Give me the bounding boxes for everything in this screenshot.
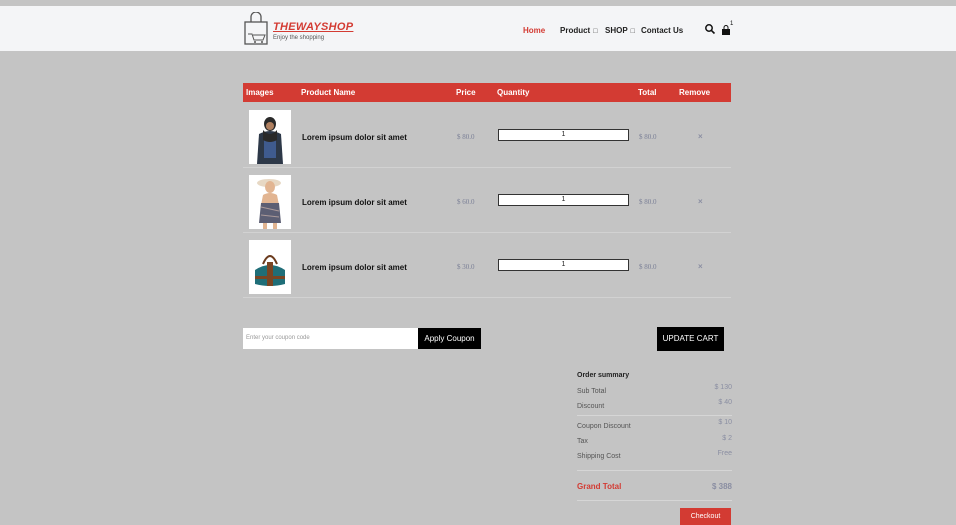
product-image-man-in-scarf[interactable]	[249, 110, 291, 164]
cart-button[interactable]: 1	[721, 21, 734, 35]
table-row: Lorem ipsum dolor sit amet $ 60.0 1 $ 80…	[243, 169, 731, 233]
product-name[interactable]: Lorem ipsum dolor sit amet	[302, 133, 407, 142]
shopping-bag-logo-icon	[244, 12, 268, 45]
remove-item-icon[interactable]: ×	[698, 132, 703, 141]
sub-total-value: $ 130	[714, 384, 732, 391]
header-total: Total	[638, 88, 657, 97]
coupon-input[interactable]: Enter your coupon code	[243, 328, 418, 349]
dropdown-icon: □	[593, 28, 598, 35]
quantity-input[interactable]: 1	[498, 259, 629, 271]
search-icon[interactable]	[704, 23, 716, 35]
tax-value: $ 2	[722, 435, 732, 442]
sub-total-label: Sub Total	[577, 388, 607, 395]
nav-shop[interactable]: SHOP □	[605, 26, 635, 35]
shipping-cost-label: Shipping Cost	[577, 453, 621, 460]
woman-in-hat-image	[249, 175, 291, 229]
man-in-scarf-image	[249, 110, 291, 164]
update-cart-button[interactable]: UPDATE CART	[657, 327, 724, 351]
product-total: $ 80.0	[639, 263, 657, 271]
quantity-input[interactable]: 1	[498, 129, 629, 141]
quantity-input[interactable]: 1	[498, 194, 629, 206]
logo-tagline: Enjoy the shopping	[273, 35, 325, 41]
table-row: Lorem ipsum dolor sit amet $ 80.0 1 $ 80…	[243, 104, 731, 168]
nav-contact-label: Contact Us	[641, 26, 684, 35]
header-price: Price	[456, 88, 476, 97]
product-image-woman-in-hat[interactable]	[249, 175, 291, 229]
product-price: $ 60.0	[457, 198, 475, 206]
table-row: Lorem ipsum dolor sit amet $ 30.0 1 $ 80…	[243, 234, 731, 298]
grand-total-label: Grand Total	[577, 482, 622, 491]
divider	[577, 415, 732, 416]
remove-item-icon[interactable]: ×	[698, 262, 703, 271]
product-total: $ 80.0	[639, 133, 657, 141]
nav-shop-label: SHOP	[605, 26, 628, 35]
site-header: THEWAYSHOP Enjoy the shopping Home Produ…	[0, 6, 956, 51]
header-images: Images	[246, 88, 274, 97]
logo[interactable]: THEWAYSHOP Enjoy the shopping	[243, 12, 353, 46]
handbag-image	[249, 240, 291, 294]
coupon-discount-value: $ 10	[718, 419, 732, 426]
nav-contact[interactable]: Contact Us	[641, 26, 683, 35]
header-remove: Remove	[679, 88, 711, 97]
logo-name: THEWAYSHOP	[273, 21, 354, 33]
product-total: $ 80.0	[639, 198, 657, 206]
dropdown-icon: □	[630, 28, 635, 35]
shipping-cost-value: Free	[717, 450, 732, 457]
grand-total-value: $ 388	[711, 482, 732, 491]
header-product-name: Product Name	[301, 88, 356, 97]
cart-count-badge: 1	[730, 21, 734, 27]
nav-product[interactable]: Product □	[560, 26, 597, 35]
apply-coupon-button[interactable]: Apply Coupon	[418, 328, 481, 349]
nav-product-label: Product	[560, 26, 591, 35]
product-name[interactable]: Lorem ipsum dolor sit amet	[302, 198, 407, 207]
product-price: $ 80.0	[457, 133, 475, 141]
header-quantity: Quantity	[497, 88, 530, 97]
product-price: $ 30.0	[457, 263, 475, 271]
cart-table-header: Images Product Name Price Quantity Total…	[243, 83, 731, 102]
nav-home[interactable]: Home	[523, 26, 545, 35]
divider	[577, 500, 732, 501]
divider	[577, 470, 732, 471]
product-name[interactable]: Lorem ipsum dolor sit amet	[302, 263, 407, 272]
discount-value: $ 40	[718, 399, 732, 406]
coupon-discount-label: Coupon Discount	[577, 423, 631, 430]
remove-item-icon[interactable]: ×	[698, 197, 703, 206]
checkout-button[interactable]: Checkout	[680, 508, 731, 525]
order-summary-title: Order summary	[577, 372, 630, 379]
nav-home-label: Home	[523, 26, 546, 35]
product-image-handbag[interactable]	[249, 240, 291, 294]
tax-label: Tax	[577, 438, 588, 445]
discount-label: Discount	[577, 403, 605, 410]
